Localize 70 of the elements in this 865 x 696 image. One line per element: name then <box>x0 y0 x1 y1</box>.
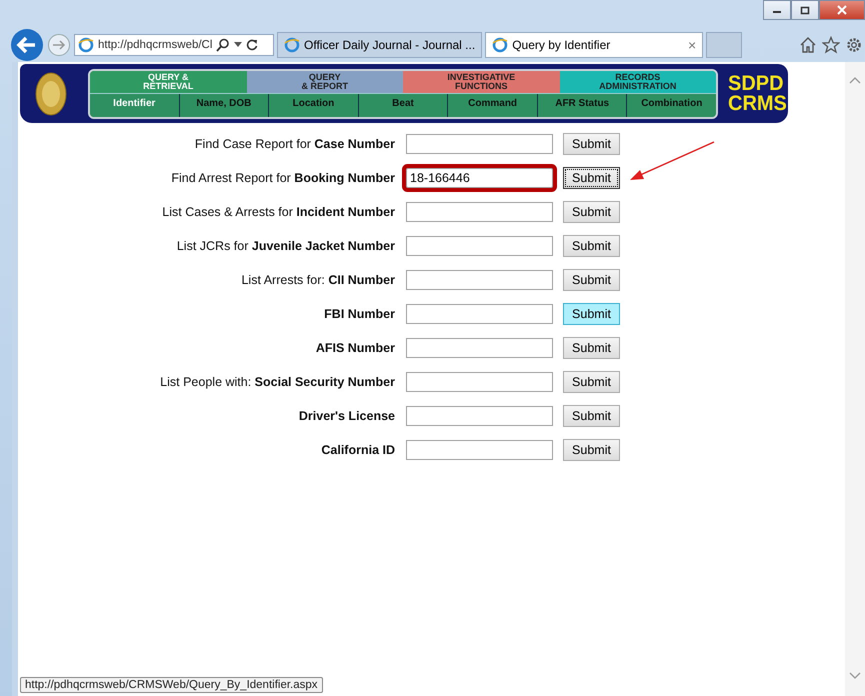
field-label: California ID <box>320 443 395 457</box>
nav-subitem[interactable]: Combination <box>626 94 716 116</box>
refresh-icon[interactable] <box>246 39 258 51</box>
submit-button[interactable]: Submit <box>563 167 620 189</box>
input-field[interactable] <box>406 338 553 358</box>
maximize-button[interactable] <box>791 0 819 20</box>
submit-button[interactable]: Submit <box>563 235 620 257</box>
scrollbar[interactable] <box>845 62 865 696</box>
nav-category-tab[interactable]: RECORDS ADMINISTRATION <box>560 70 716 92</box>
nav-subitem[interactable]: Location <box>268 94 358 116</box>
scroll-down-icon[interactable] <box>849 672 861 680</box>
submit-button[interactable]: Submit <box>563 303 620 325</box>
submit-button[interactable]: Submit <box>563 405 620 427</box>
submit-button[interactable]: Submit <box>563 371 620 393</box>
settings-icon[interactable] <box>845 36 863 54</box>
minimize-button[interactable] <box>763 0 791 20</box>
dropdown-icon[interactable] <box>234 42 242 48</box>
forward-button[interactable] <box>47 33 71 57</box>
browser-tab[interactable]: Query by Identifier × <box>485 32 704 58</box>
field-label: List JCRs for Juvenile Jacket Number <box>176 239 395 253</box>
home-icon[interactable] <box>799 36 817 54</box>
input-field[interactable] <box>406 372 553 392</box>
maximize-icon[interactable] <box>800 6 810 14</box>
address-bar[interactable]: http://pdhqcrmsweb/Cl <box>74 34 274 56</box>
input-field[interactable] <box>406 440 553 460</box>
nav-category-tab[interactable]: QUERY & RETRIEVAL <box>90 70 246 92</box>
browser-logo-icon <box>492 37 508 53</box>
tab-title: Officer Daily Journal - Journal ... <box>304 38 476 52</box>
police-badge-icon <box>34 70 68 116</box>
input-field[interactable] <box>406 236 553 256</box>
back-button[interactable] <box>10 28 44 62</box>
browser-tab[interactable]: Officer Daily Journal - Journal ... <box>277 32 482 58</box>
field-label: List People with: Social Security Number <box>159 375 395 389</box>
nav-category-tab[interactable]: INVESTIGATIVE FUNCTIONS <box>403 70 560 92</box>
nav-subitem[interactable]: Command <box>447 94 537 116</box>
field-label: FBI Number <box>323 307 395 321</box>
submit-button[interactable]: Submit <box>563 201 620 223</box>
nav-subitem[interactable]: AFR Status <box>536 94 626 116</box>
submit-button[interactable]: Submit <box>563 337 620 359</box>
new-tab-button[interactable] <box>706 32 742 58</box>
field-label: Find Case Report for Case Number <box>194 137 395 151</box>
input-field[interactable] <box>406 406 553 426</box>
logo-text: SDPD CRMS <box>728 74 787 114</box>
browser-logo-icon <box>78 37 94 53</box>
nav-category-tab[interactable]: QUERY & REPORT <box>246 70 403 92</box>
scroll-up-icon[interactable] <box>849 76 861 84</box>
field-label: AFIS Number <box>314 341 395 355</box>
close-icon[interactable] <box>836 5 848 15</box>
submit-button[interactable]: Submit <box>563 133 620 155</box>
nav-subitem[interactable]: Identifier <box>90 94 179 116</box>
input-field[interactable] <box>406 304 553 324</box>
field-label: List Cases & Arrests for Incident Number <box>161 205 395 219</box>
field-label: Driver's License <box>298 409 395 423</box>
browser-logo-icon <box>284 37 300 53</box>
submit-button[interactable]: Submit <box>563 439 620 461</box>
tab-title: Query by Identifier <box>512 38 612 52</box>
field-label: List Arrests for: CII Number <box>240 273 395 287</box>
nav-subitem[interactable]: Beat <box>358 94 448 116</box>
star-icon[interactable] <box>822 36 840 54</box>
search-icon[interactable] <box>216 38 230 52</box>
status-url: http://pdhqcrmsweb/CRMSWeb/Query_By_Identifier.aspx <box>20 677 323 693</box>
close-button[interactable] <box>819 0 865 20</box>
input-field[interactable] <box>406 202 553 222</box>
nav-subitem[interactable]: Name, DOB <box>178 94 268 116</box>
field-label: Find Arrest Report for Booking Number <box>170 171 395 185</box>
close-tab-button[interactable]: × <box>688 37 696 53</box>
input-field[interactable]: 18-166446 <box>406 168 553 188</box>
input-field[interactable] <box>406 134 553 154</box>
submit-button[interactable]: Submit <box>563 269 620 291</box>
input-field[interactable] <box>406 270 553 290</box>
